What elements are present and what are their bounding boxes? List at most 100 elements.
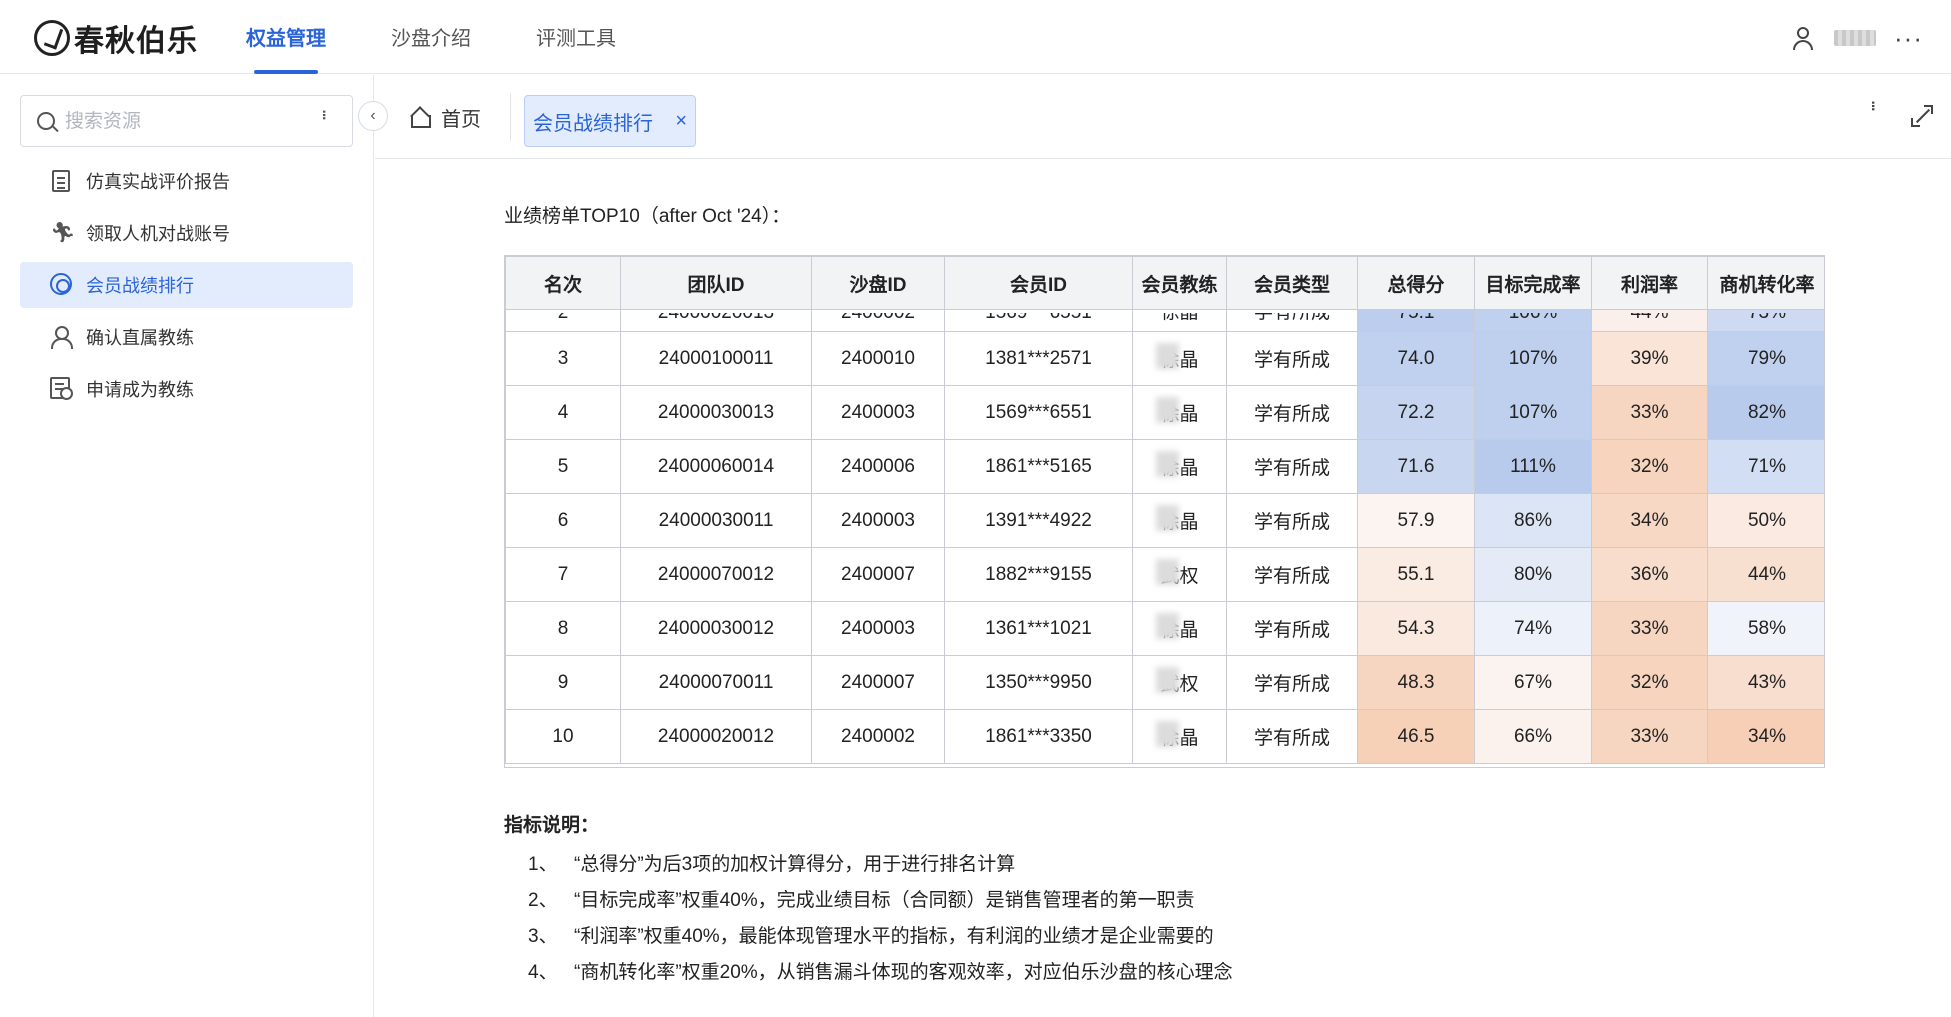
- nav-rights-management[interactable]: 权益管理: [246, 0, 326, 74]
- tab-home[interactable]: 首页: [411, 95, 481, 139]
- cell-value: 2400006: [841, 455, 915, 477]
- cell-value: 徐晶: [1156, 397, 1199, 426]
- cell-value: 2400003: [841, 509, 915, 531]
- collapse-sidebar-button[interactable]: ‹: [358, 101, 388, 131]
- table-cell: 54.3: [1357, 601, 1475, 656]
- cell-value: 武权: [1156, 667, 1199, 696]
- metric-notes: 指标说明： 1、 “总得分”为后3项的加权计算得分，用于进行排名计算 2、 “目标完成…: [504, 810, 1233, 991]
- cell-value: 86%: [1513, 509, 1553, 531]
- table-cell: 34%: [1591, 493, 1708, 548]
- table-cell: 学有所成: [1226, 439, 1358, 494]
- main-nav: 权益管理 沙盘介绍 评测工具: [246, 0, 681, 74]
- table-cell: 44%: [1707, 547, 1824, 602]
- cell-value: 72.2: [1397, 401, 1435, 423]
- user-name-redacted[interactable]: [1834, 30, 1877, 46]
- table-cell: 1861***5165: [944, 439, 1133, 494]
- table-cell: 武权: [1132, 547, 1227, 602]
- nav-assessment-tools[interactable]: 评测工具: [536, 0, 616, 74]
- note-item: 1、 “总得分”为后3项的加权计算得分，用于进行排名计算: [504, 847, 1233, 883]
- table-cell: 33%: [1591, 601, 1708, 656]
- tab-options-icon[interactable]: ···: [1862, 99, 1887, 109]
- cell-value: 6: [557, 509, 569, 531]
- table-row: 8 24000030012 2400003 1361***1021 徐晶 学有所成 54.3…: [505, 601, 1824, 656]
- table-cell: 1569***6551: [944, 309, 1133, 332]
- sidebar-item-apply-coach[interactable]: 申请成为教练: [20, 366, 353, 412]
- home-icon: [411, 108, 431, 128]
- person-icon: [50, 325, 73, 349]
- top-bar: 春秋伯乐 权益管理 沙盘介绍 评测工具 ···: [0, 0, 1951, 74]
- column-header: 名次: [505, 256, 621, 310]
- table-cell: 2400007: [811, 547, 945, 602]
- sidebar-item-confirm-coach[interactable]: 确认直属教练: [20, 314, 353, 360]
- cell-value: 24000020012: [657, 725, 775, 747]
- cell-value: 75.1: [1359, 313, 1474, 327]
- table-cell: 9: [505, 655, 621, 710]
- table-cell: 82%: [1707, 385, 1824, 440]
- cell-value: 50%: [1747, 509, 1787, 531]
- more-menu-icon[interactable]: ···: [1894, 25, 1923, 51]
- redaction-blur: [1156, 559, 1180, 585]
- cell-value: 57.9: [1397, 509, 1435, 531]
- table-cell: 徐晶: [1132, 439, 1227, 494]
- table-cell: 34%: [1707, 709, 1824, 764]
- close-icon[interactable]: ×: [675, 109, 687, 133]
- table-cell: 79%: [1707, 331, 1824, 386]
- user-icon[interactable]: [1790, 25, 1816, 51]
- cell-value: 33%: [1630, 617, 1669, 639]
- cell-value: 学有所成: [1228, 313, 1357, 327]
- tab-label: 会员战绩排行: [533, 112, 653, 135]
- search-options-icon[interactable]: ···: [312, 108, 338, 118]
- cell-value: 学有所成: [1253, 458, 1330, 479]
- search-input[interactable]: [65, 108, 305, 136]
- cell-value: 学有所成: [1253, 512, 1330, 533]
- table-row: 4 24000030013 2400003 1569***6551 徐晶 学有所成 72.2…: [505, 385, 1824, 440]
- notes-list: 1、 “总得分”为后3项的加权计算得分，用于进行排名计算 2、 “目标完成率”权重40…: [504, 847, 1233, 991]
- note-number: 2、: [528, 890, 558, 911]
- cell-value: 1361***1021: [985, 617, 1092, 639]
- table-row: 3 24000100011 2400010 1381***2571 徐晶 学有所成 74.0…: [505, 331, 1824, 386]
- cell-value: 24000030011: [658, 509, 774, 531]
- table-cell: 43%: [1707, 655, 1824, 710]
- note-text: “目标完成率”权重40%，完成业绩目标（合同额）是销售管理者的第一职责: [574, 890, 1195, 911]
- sidebar-item-member-ranking[interactable]: 会员战绩排行: [20, 262, 353, 308]
- table-cell: 24000030013: [620, 385, 812, 440]
- table-cell: 徐晶: [1132, 709, 1227, 764]
- cell-value: 44%: [1593, 313, 1707, 327]
- table-cell: 24000020012: [620, 709, 812, 764]
- table-cell: 7: [505, 547, 621, 602]
- tab-member-ranking[interactable]: 会员战绩排行 ×: [524, 95, 696, 147]
- table-cell: 2400003: [811, 385, 945, 440]
- note-text: “利润率”权重40%，最能体现管理水平的指标，有利润的业绩才是企业需要的: [574, 926, 1214, 947]
- redaction-blur: [1156, 667, 1180, 693]
- table-cell: 4: [505, 385, 621, 440]
- logo[interactable]: 春秋伯乐: [34, 18, 198, 58]
- table-cell: 74.0: [1357, 331, 1475, 386]
- sidebar-item-ai-account[interactable]: 🏃︎ 领取人机对战账号: [20, 210, 353, 256]
- cell-value: 107%: [1508, 347, 1558, 369]
- table-row: 22400002001324000021569***6551徐晶学有所成75.1…: [505, 309, 1824, 332]
- cell-value: 2400002: [813, 313, 944, 327]
- ranking-table-scroll[interactable]: 名次团队ID沙盘ID会员ID会员教练会员类型总得分目标完成率利润率商机转化率 2…: [504, 255, 1825, 768]
- column-header: 会员ID: [944, 256, 1133, 310]
- table-cell: 1882***9155: [944, 547, 1133, 602]
- cell-value: 74.0: [1397, 347, 1435, 369]
- note-number: 3、: [528, 926, 558, 947]
- cell-value: 24000060014: [657, 455, 775, 477]
- form-icon: [50, 377, 73, 401]
- table-cell: 55.1: [1357, 547, 1475, 602]
- cell-value: 32%: [1630, 671, 1669, 693]
- fullscreen-icon[interactable]: [1911, 105, 1933, 127]
- table-cell: 学有所成: [1226, 709, 1358, 764]
- sidebar-item-label: 领取人机对战账号: [86, 224, 230, 244]
- cell-value: 10: [552, 725, 574, 747]
- cell-value: 徐晶: [1156, 613, 1199, 642]
- cell-value: 48.3: [1397, 671, 1435, 693]
- table-cell: 71%: [1707, 439, 1824, 494]
- table-cell: 50%: [1707, 493, 1824, 548]
- table-cell: 3: [505, 331, 621, 386]
- sidebar-item-evaluation-report[interactable]: 仿真实战评价报告: [20, 158, 353, 204]
- table-cell: 67%: [1474, 655, 1592, 710]
- nav-sandbox-intro[interactable]: 沙盘介绍: [391, 0, 471, 74]
- cell-value: 24000030013: [657, 401, 775, 423]
- note-item: 4、 “商机转化率”权重20%，从销售漏斗体现的客观效率，对应伯乐沙盘的核心理念: [504, 955, 1233, 991]
